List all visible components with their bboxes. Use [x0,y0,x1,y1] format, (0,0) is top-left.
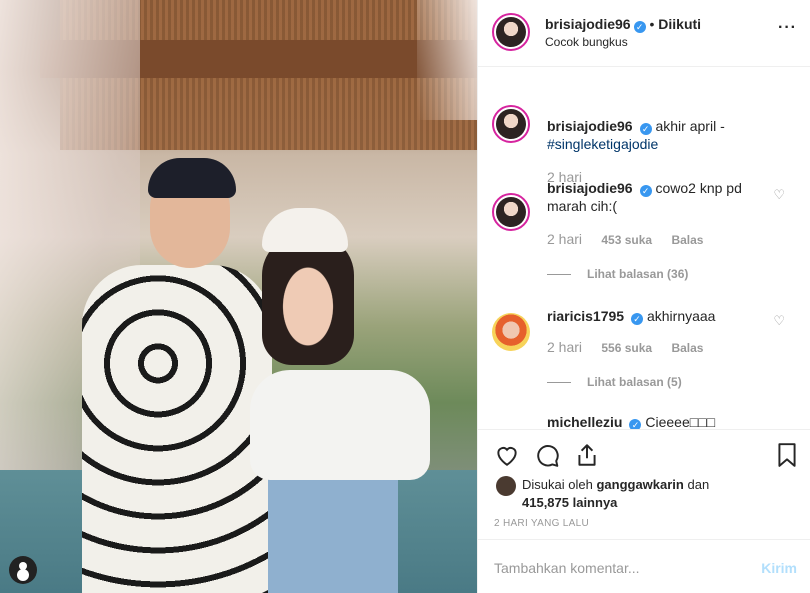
comment-username[interactable]: riaricis1795 [547,308,624,324]
bookmark-icon[interactable] [774,442,800,468]
post-side-panel: brisiajodie96 ✓ • Diikuti Cocok bungkus ·… [477,0,810,593]
liked-count[interactable]: 415,875 lainnya [522,495,617,510]
comment-meta: 2 hari 453 suka Balas [547,231,719,247]
comment-body: akhir april - [655,118,725,134]
user-tag-icon[interactable] [9,556,37,584]
verified-badge-icon: ✓ [639,185,652,197]
comment-like-heart-icon[interactable]: ♡ [773,187,785,203]
photo-person-left-cap [148,158,236,198]
avatar[interactable] [492,193,530,231]
comment-username[interactable]: brisiajodie96 [547,118,633,134]
comment-body: Cieeee□□□ [645,414,716,429]
photo-person-right-head [262,235,354,365]
comment-likes[interactable]: 453 suka [601,233,652,247]
verified-badge-icon: ✓ [639,123,652,135]
verified-badge-icon: ✓ [631,313,644,325]
comment-like-heart-icon[interactable]: ♡ [773,313,785,329]
replies-line [547,382,571,384]
avatar[interactable] [492,313,530,351]
add-comment-bar: Tambahkan komentar... Kirim [478,539,810,593]
post-time-ago[interactable]: 2 HARI YANG LALU [494,518,589,529]
comment-icon[interactable] [534,442,560,468]
liked-by-user[interactable]: ganggawkarin [596,477,683,492]
post-header: brisiajodie96 ✓ • Diikuti Cocok bungkus ·… [478,0,810,67]
reply-button[interactable]: Balas [671,341,703,355]
header-username-row: brisiajodie96 ✓ • Diikuti [545,16,701,33]
comment-text: michelleziu ✓ Cieeee□□□ [547,413,772,429]
liked-by-conj: dan [687,477,710,492]
comment-username[interactable]: brisiajodie96 [547,180,633,196]
share-icon[interactable] [574,442,600,468]
comment-likes[interactable]: 556 suka [601,341,652,355]
photo-person-right-cap [262,208,348,252]
liker-avatar[interactable] [496,476,516,496]
comment-time[interactable]: 2 hari [547,339,582,355]
comments-list[interactable]: brisiajodie96 ✓ akhir april - #singleketi… [478,67,810,429]
dot-separator: • [649,16,659,32]
view-replies-label: Lihat balasan (5) [587,375,682,389]
comment-text: brisiajodie96 ✓ cowo2 knp pd marah cih:( [547,179,772,215]
comment-text: riaricis1795 ✓ akhirnyaaa [547,307,772,325]
replies-line [547,274,571,276]
hashtag-link[interactable]: #singleketigajodie [547,136,658,152]
photo-curtain-right [417,0,477,120]
post-actions: Disukai oleh ganggawkarin dan 415,875 la… [478,429,810,539]
view-replies-button[interactable]: Lihat balasan (5) [547,375,682,389]
follow-status[interactable]: Diikuti [658,16,701,32]
photo-person-left [82,265,272,593]
post-photo[interactable] [0,0,477,593]
verified-badge-icon: ✓ [629,419,642,429]
comment-meta: 2 hari 556 suka Balas [547,339,719,355]
likes-summary[interactable]: Disukai oleh ganggawkarin dan 415,875 la… [522,476,782,512]
view-replies-label: Lihat balasan (36) [587,267,689,281]
send-comment-button[interactable]: Kirim [761,560,797,576]
avatar[interactable] [492,13,530,51]
heart-icon[interactable] [494,442,520,468]
add-comment-input[interactable]: Tambahkan komentar... [494,560,640,576]
comment-text: brisiajodie96 ✓ akhir april - #singleketi… [547,117,772,153]
post-username[interactable]: brisiajodie96 [545,16,631,32]
more-dots-icon[interactable]: ··· [778,19,797,37]
reply-button[interactable]: Balas [671,233,703,247]
photo-person-right-top [250,370,430,480]
comment-time[interactable]: 2 hari [547,231,582,247]
comment-body: akhirnyaaa [646,308,716,324]
post-location[interactable]: Cocok bungkus [545,35,628,49]
liked-by-prefix: Disukai oleh [522,477,593,492]
comment-username[interactable]: michelleziu [547,414,622,429]
avatar[interactable] [492,105,530,143]
verified-badge-icon: ✓ [633,21,646,33]
view-replies-button[interactable]: Lihat balasan (36) [547,267,688,281]
